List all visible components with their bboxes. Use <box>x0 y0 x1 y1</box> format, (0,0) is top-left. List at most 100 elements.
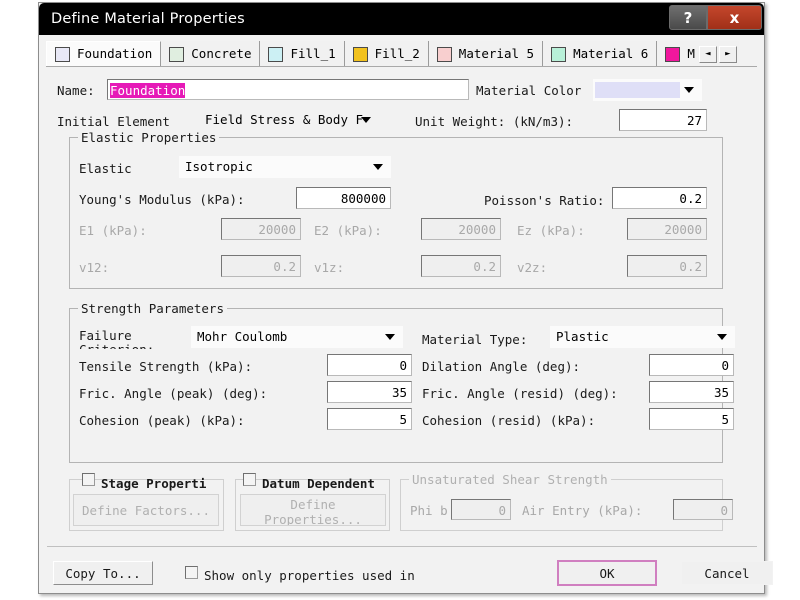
copy-to-button[interactable]: Copy To... <box>53 561 153 585</box>
stage-properties-label: Stage Properti <box>101 476 207 491</box>
cancel-button[interactable]: Cancel <box>681 561 773 585</box>
air-entry-input[interactable]: 0 <box>673 499 733 520</box>
elastic-type-value: Isotropic <box>185 159 253 174</box>
phi-b-label: Phi b <box>410 503 448 518</box>
material-type-dropdown[interactable]: Plastic <box>550 326 735 348</box>
chevron-down-icon <box>717 334 727 340</box>
unit-weight-label: Unit Weight: (kN/m3): <box>415 114 574 129</box>
tab-concrete[interactable]: Concrete <box>161 41 261 67</box>
tab-label: Fill_1 <box>290 45 336 61</box>
ez-label: Ez (kPa): <box>517 223 585 238</box>
initial-element-dropdown[interactable]: Field Stress & Body F <box>199 109 379 131</box>
material-color-dropdown[interactable] <box>593 79 702 101</box>
color-swatch-icon <box>665 46 681 62</box>
tab-scroll-buttons: ◄ ► <box>697 45 737 63</box>
datum-dependent-label: Datum Dependent <box>262 476 375 491</box>
e1-input[interactable]: 20000 <box>221 218 301 240</box>
color-swatch-icon <box>268 46 284 62</box>
close-button[interactable]: x <box>707 5 762 30</box>
strength-parameters-title: Strength Parameters <box>78 301 227 316</box>
failure-criterion-label-line2: Criterion: <box>79 342 184 349</box>
color-swatch-icon <box>551 46 567 62</box>
elastic-properties-group: Elastic Properties <box>69 130 723 289</box>
tab-label: M <box>687 45 695 61</box>
initial-element-label: Initial Element <box>57 114 170 129</box>
tab-fill-1[interactable]: Fill_1 <box>260 41 345 67</box>
tab-foundation[interactable]: Foundation <box>46 41 162 67</box>
friction-angle-resid-input[interactable]: 35 <box>649 381 734 403</box>
color-swatch-icon <box>436 46 452 62</box>
v2z-input[interactable]: 0.2 <box>627 255 707 277</box>
v2z-label: v2z: <box>517 260 548 275</box>
air-entry-label: Air Entry (kPa): <box>522 503 643 518</box>
unit-weight-input[interactable]: 27 <box>619 109 707 131</box>
define-properties-button-line2: Properties... <box>264 512 362 526</box>
material-color-swatch-icon <box>595 82 680 98</box>
show-only-properties-label: Show only properties used in <box>204 568 415 583</box>
e2-label: E2 (kPa): <box>314 223 382 238</box>
stage-properties-checkbox[interactable] <box>82 473 95 486</box>
v12-input[interactable]: 0.2 <box>221 255 301 277</box>
tab-material-5[interactable]: Material 5 <box>428 41 544 67</box>
elastic-type-dropdown[interactable]: Isotropic <box>179 156 391 178</box>
tab-material-7[interactable]: M ◄ ► <box>657 41 739 67</box>
tab-label: Material 6 <box>573 45 649 61</box>
poissons-ratio-input[interactable]: 0.2 <box>612 187 707 209</box>
ez-input[interactable]: 20000 <box>627 218 707 240</box>
failure-criterion-label: Failure Criterion: <box>79 328 184 349</box>
youngs-modulus-label: Young's Modulus (kPa): <box>79 192 245 207</box>
define-properties-button-line1: Define <box>290 497 336 512</box>
tab-fill-2[interactable]: Fill_2 <box>344 41 429 67</box>
failure-criterion-label-line1: Failure <box>79 328 132 343</box>
cohesion-resid-input[interactable]: 5 <box>649 408 734 430</box>
dilation-angle-label: Dilation Angle (deg): <box>422 359 581 374</box>
window-title: Define Material Properties <box>51 11 245 27</box>
tab-scroll-left-icon[interactable]: ◄ <box>698 45 717 63</box>
v1z-input[interactable]: 0.2 <box>421 255 501 277</box>
datum-dependent-checkbox[interactable] <box>243 473 256 486</box>
phi-b-input[interactable]: 0 <box>451 499 511 520</box>
tab-label: Fill_2 <box>374 45 420 61</box>
cohesion-peak-label: Cohesion (peak) (kPa): <box>79 413 245 428</box>
tab-underline <box>46 66 757 67</box>
chevron-down-icon <box>361 117 371 123</box>
chevron-down-icon <box>385 334 395 340</box>
tab-label: Material 5 <box>458 45 535 61</box>
failure-criterion-dropdown[interactable]: Mohr Coulomb <box>191 326 403 348</box>
title-bar-buttons: ? x <box>669 5 762 30</box>
name-label: Name: <box>57 83 95 98</box>
friction-angle-resid-label: Fric. Angle (resid) (deg): <box>422 386 618 401</box>
cohesion-peak-input[interactable]: 5 <box>327 408 412 430</box>
name-input-value: Foundation <box>110 83 186 98</box>
material-type-value: Plastic <box>556 329 609 344</box>
tab-label: Concrete <box>191 45 252 61</box>
tensile-strength-input[interactable]: 0 <box>327 354 412 376</box>
chevron-down-icon <box>373 164 383 170</box>
elastic-label: Elastic <box>79 161 132 176</box>
material-type-label: Material Type: <box>422 332 528 347</box>
help-button[interactable]: ? <box>669 5 707 30</box>
youngs-modulus-input[interactable]: 800000 <box>296 187 391 209</box>
e2-input[interactable]: 20000 <box>421 218 501 240</box>
desktop-background: Define Material Properties ? x Foundatio… <box>0 0 800 600</box>
tab-material-6[interactable]: Material 6 <box>543 41 658 67</box>
unsaturated-shear-strength-title: Unsaturated Shear Strength <box>409 472 611 487</box>
color-swatch-icon <box>352 46 368 62</box>
chevron-down-icon <box>684 87 694 93</box>
tab-scroll-right-icon[interactable]: ► <box>718 45 737 63</box>
dilation-angle-input[interactable]: 0 <box>649 354 734 376</box>
tensile-strength-label: Tensile Strength (kPa): <box>79 359 253 374</box>
title-bar: Define Material Properties ? x <box>39 3 764 35</box>
e1-label: E1 (kPa): <box>79 223 147 238</box>
define-material-properties-dialog: Define Material Properties ? x Foundatio… <box>38 2 773 594</box>
define-properties-button[interactable]: Define Properties... <box>240 494 386 526</box>
color-swatch-icon <box>55 47 70 62</box>
define-factors-button[interactable]: Define Factors... <box>73 494 219 526</box>
friction-angle-peak-label: Fric. Angle (peak) (deg): <box>79 386 268 401</box>
friction-angle-peak-input[interactable]: 35 <box>327 381 412 403</box>
failure-criterion-value: Mohr Coulomb <box>197 329 288 344</box>
ok-button[interactable]: OK <box>557 560 657 586</box>
cohesion-resid-label: Cohesion (resid) (kPa): <box>422 413 596 428</box>
show-only-properties-checkbox[interactable] <box>185 566 198 579</box>
name-input[interactable]: Foundation <box>107 79 469 100</box>
